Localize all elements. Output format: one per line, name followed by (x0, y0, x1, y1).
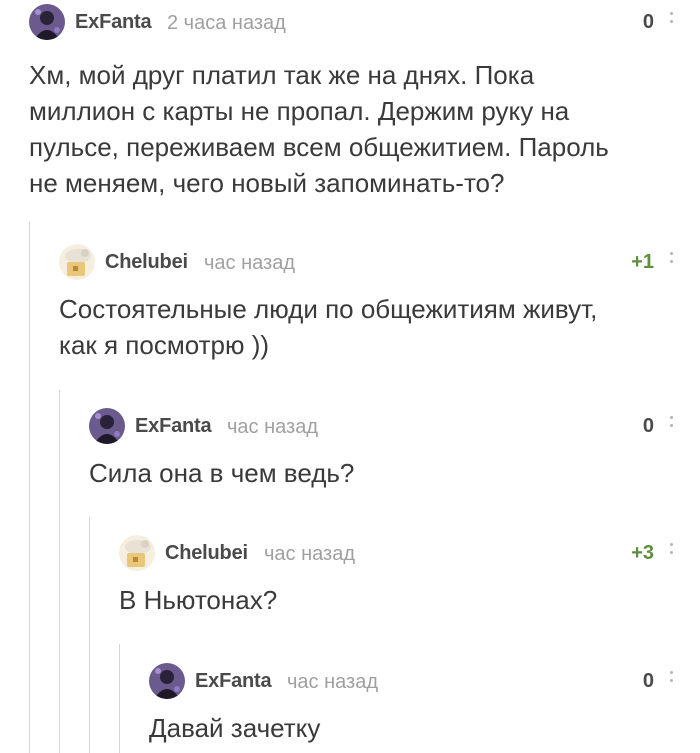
comment-rating: +3 (631, 542, 654, 564)
text-line: Сила она в чем ведь? (89, 458, 355, 488)
comment: ExFanta час назад 0 Сила она в чем ведь? (89, 404, 700, 491)
comment-author[interactable]: ExFanta (135, 415, 212, 438)
more-options-icon[interactable] (670, 416, 674, 436)
comment-header: ExFanta 2 часа назад 0 (29, 0, 700, 46)
comment-text: В Ньютонах? (119, 582, 700, 618)
text-line: не меняем, чего новый запоминать-то? (29, 168, 505, 198)
comment-rating: 0 (642, 11, 654, 33)
thread-line (29, 222, 30, 753)
comment-rating: 0 (642, 415, 654, 437)
more-options-icon[interactable] (670, 252, 674, 272)
comment-time[interactable]: час назад (227, 416, 318, 439)
comment-author[interactable]: ExFanta (195, 670, 272, 693)
text-line: Хм, мой друг платил так же на днях. Пока (29, 60, 535, 90)
chelubei-avatar[interactable] (59, 244, 95, 280)
text-line: миллион с карты не пропал. Держим руку н… (29, 96, 570, 126)
comment-header: Chelubei час назад +1 (59, 240, 700, 286)
exfanta-avatar[interactable] (29, 4, 65, 40)
more-options-icon[interactable] (670, 671, 674, 691)
text-line: как я посмотрю )) (59, 330, 270, 360)
thread-line (59, 390, 60, 753)
exfanta-avatar[interactable] (89, 408, 125, 444)
thread-line (89, 517, 90, 753)
comment-text: Хм, мой друг платил так же на днях. Пока… (29, 57, 700, 201)
comment: Chelubei час назад +3 В Ньютонах? (119, 531, 700, 618)
comment-time[interactable]: час назад (264, 543, 355, 566)
more-options-icon[interactable] (670, 543, 674, 563)
text-line: В Ньютонах? (119, 585, 278, 615)
comment-time[interactable]: час назад (287, 671, 378, 694)
exfanta-avatar[interactable] (149, 663, 185, 699)
comment-text: Давай зачетку (149, 710, 700, 746)
thread-line (119, 644, 120, 753)
comment-text: Состоятельные люди по общежитиям живут, … (59, 291, 700, 363)
comment-rating: +1 (631, 251, 654, 273)
comment-author[interactable]: ExFanta (75, 11, 152, 34)
text-line: пульсе, переживаем всем общежитием. Паро… (29, 132, 609, 162)
comment-time[interactable]: 2 часа назад (167, 12, 286, 35)
comment-text: Сила она в чем ведь? (89, 455, 700, 491)
text-line: Давай зачетку (149, 713, 321, 743)
comment-rating: 0 (642, 670, 654, 692)
comment-header: Chelubei час назад +3 (119, 531, 700, 577)
text-line: Состоятельные люди по общежитиям живут, (59, 294, 598, 324)
comment-author[interactable]: Chelubei (105, 251, 188, 274)
comment-time[interactable]: час назад (204, 252, 295, 275)
comment-author[interactable]: Chelubei (165, 542, 248, 565)
chelubei-avatar[interactable] (119, 535, 155, 571)
comment: Chelubei час назад +1 Состоятельные люди… (59, 240, 700, 363)
more-options-icon[interactable] (670, 12, 674, 32)
comment: ExFanta час назад 0 Давай зачетку (149, 659, 700, 746)
comment: ExFanta 2 часа назад 0 Хм, мой друг плат… (29, 0, 700, 201)
comment-header: ExFanta час назад 0 (89, 404, 700, 450)
comment-header: ExFanta час назад 0 (149, 659, 700, 705)
